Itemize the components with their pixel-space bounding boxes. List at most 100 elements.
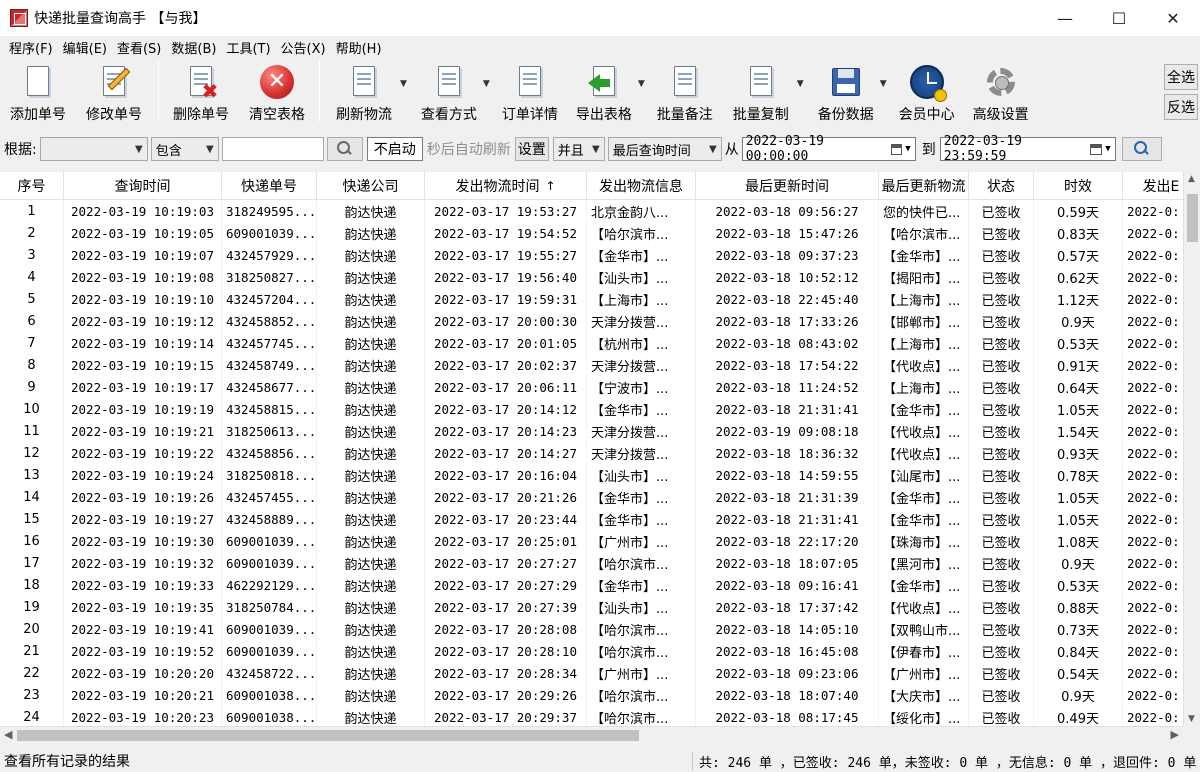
table-row[interactable]: 11 2022-03-19 10:19:21 318250613... 韵达快递 202… bbox=[0, 420, 1200, 442]
order-detail-button[interactable]: 订单详情 bbox=[494, 58, 566, 124]
table-row[interactable]: 21 2022-03-19 10:19:52 609001039... 韵达快递 202… bbox=[0, 640, 1200, 662]
menu-notice[interactable]: 公告(X) bbox=[276, 38, 331, 57]
backup-data-label: 备份数据 bbox=[817, 107, 874, 123]
menu-program[interactable]: 程序(F) bbox=[4, 38, 58, 57]
cell-duration: 0.78天 bbox=[1034, 464, 1123, 486]
cell-status: 已签收 bbox=[969, 266, 1034, 288]
select-all-button[interactable]: 全选 bbox=[1164, 64, 1198, 90]
cell-dispatch-time: 2022-03-17 19:55:27 bbox=[425, 244, 587, 266]
table-row[interactable]: 13 2022-03-19 10:19:24 318250818... 韵达快递 202… bbox=[0, 464, 1200, 486]
table-row[interactable]: 24 2022-03-19 10:20:23 609001038... 韵达快递 202… bbox=[0, 706, 1200, 726]
menu-help[interactable]: 帮助(H) bbox=[331, 38, 387, 57]
cell-tracking-number: 318250784... bbox=[222, 596, 317, 618]
cell-tracking-number: 432458852... bbox=[222, 310, 317, 332]
horizontal-scrollbar[interactable]: ◀ ▶ bbox=[0, 726, 1183, 743]
cell-query-time: 2022-03-19 10:19:05 bbox=[64, 222, 222, 244]
header-col-last-update-time[interactable]: 最后更新时间 bbox=[696, 172, 879, 200]
vertical-scroll-thumb[interactable] bbox=[1187, 194, 1198, 242]
status-bar: 查看所有记录的结果 共: 246 单 ，已签收: 246 单，未签收: 0 单 … bbox=[0, 750, 1200, 772]
table-row[interactable]: 17 2022-03-19 10:19:32 609001039... 韵达快递 202… bbox=[0, 552, 1200, 574]
search-icon bbox=[336, 141, 353, 157]
auto-refresh-toggle[interactable]: 不启动 bbox=[366, 137, 423, 161]
header-col-index[interactable]: 序号 bbox=[0, 172, 64, 200]
table-row[interactable]: 2 2022-03-19 10:19:05 609001039... 韵达快递 2022… bbox=[0, 222, 1200, 244]
clear-table-button[interactable]: ✕ 清空表格 bbox=[239, 58, 315, 124]
export-table-button[interactable]: 导出表格 bbox=[566, 58, 642, 124]
table-row[interactable]: 4 2022-03-19 10:19:08 318250827... 韵达快递 2022… bbox=[0, 266, 1200, 288]
table-row[interactable]: 10 2022-03-19 10:19:19 432458815... 韵达快递 202… bbox=[0, 398, 1200, 420]
scroll-left-icon[interactable]: ◀ bbox=[4, 728, 12, 741]
menu-edit[interactable]: 编辑(E) bbox=[58, 38, 112, 57]
batch-copy-button[interactable]: 批量复制 bbox=[721, 58, 801, 124]
vertical-scrollbar[interactable]: ▲ ▼ bbox=[1183, 172, 1200, 726]
advanced-settings-button[interactable]: 高级设置 bbox=[963, 58, 1039, 124]
table-row[interactable]: 16 2022-03-19 10:19:30 609001039... 韵达快递 202… bbox=[0, 530, 1200, 552]
header-col-tracking-number[interactable]: 快递单号 bbox=[222, 172, 317, 200]
filter-search-button[interactable] bbox=[326, 137, 363, 161]
menu-data[interactable]: 数据(B) bbox=[166, 38, 221, 57]
backup-data-button[interactable]: 备份数据 bbox=[808, 58, 884, 124]
refresh-logistics-button[interactable]: 刷新物流 bbox=[324, 58, 404, 124]
cell-last-update-time: 2022-03-18 18:07:40 bbox=[696, 684, 879, 706]
table-row[interactable]: 15 2022-03-19 10:19:27 432458889... 韵达快递 202… bbox=[0, 508, 1200, 530]
date-search-button[interactable] bbox=[1121, 137, 1162, 161]
add-number-button[interactable]: 添加单号 bbox=[2, 58, 74, 124]
edit-number-button[interactable]: 修改单号 bbox=[74, 58, 154, 124]
table-row[interactable]: 7 2022-03-19 10:19:14 432457745... 韵达快递 2022… bbox=[0, 332, 1200, 354]
to-datetime-picker[interactable]: 2022-03-19 23:59:59 ▼ bbox=[939, 134, 1116, 164]
cell-dispatch-time: 2022-03-17 20:29:26 bbox=[425, 684, 587, 706]
table-row[interactable]: 5 2022-03-19 10:19:10 432457204... 韵达快递 2022… bbox=[0, 288, 1200, 310]
from-datetime-value: 2022-03-19 00:00:00 bbox=[745, 134, 824, 164]
header-col-duration[interactable]: 时效 bbox=[1034, 172, 1123, 200]
close-button[interactable]: ✕ bbox=[1146, 0, 1200, 36]
table-row[interactable]: 18 2022-03-19 10:19:33 462292129... 韵达快递 202… bbox=[0, 574, 1200, 596]
time-field-select[interactable]: 最后查询时间 ▼ bbox=[607, 137, 722, 161]
maximize-button[interactable]: ☐ bbox=[1092, 0, 1146, 36]
header-label: 最后更新物流 bbox=[881, 179, 966, 195]
table-row[interactable]: 9 2022-03-19 10:19:17 432458677... 韵达快递 2022… bbox=[0, 376, 1200, 398]
filter-field-select[interactable]: ▼ bbox=[39, 137, 148, 161]
table-row[interactable]: 6 2022-03-19 10:19:12 432458852... 韵达快递 2022… bbox=[0, 310, 1200, 332]
table-row[interactable]: 19 2022-03-19 10:19:35 318250784... 韵达快递 202… bbox=[0, 596, 1200, 618]
table-row[interactable]: 8 2022-03-19 10:19:15 432458749... 韵达快递 2022… bbox=[0, 354, 1200, 376]
table-row[interactable]: 1 2022-03-19 10:19:03 318249595... 韵达快递 2022… bbox=[0, 200, 1200, 222]
cell-status: 已签收 bbox=[969, 354, 1034, 376]
scroll-right-icon[interactable]: ▶ bbox=[1171, 728, 1179, 741]
invert-selection-button[interactable]: 反选 bbox=[1164, 94, 1198, 120]
cell-dispatch-info: 【哈尔滨市... bbox=[587, 706, 696, 726]
minimize-button[interactable]: — bbox=[1038, 0, 1092, 36]
header-col-last-update-info[interactable]: 最后更新物流 bbox=[879, 172, 969, 200]
auto-refresh-settings-button[interactable]: 设置 bbox=[514, 137, 549, 161]
table-row[interactable]: 12 2022-03-19 10:19:22 432458856... 韵达快递 202… bbox=[0, 442, 1200, 464]
member-center-button[interactable]: 会员中心 bbox=[891, 58, 963, 124]
header-col-dispatch-time[interactable]: 发出物流时间 ↑ bbox=[425, 172, 587, 200]
header-col-query-time[interactable]: 查询时间 bbox=[64, 172, 222, 200]
filter-match-select[interactable]: 包含 ▼ bbox=[150, 137, 219, 161]
from-datetime-picker[interactable]: 2022-03-19 00:00:00 ▼ bbox=[741, 134, 916, 164]
menu-view[interactable]: 查看(S) bbox=[112, 38, 166, 57]
header-col-dispatch-info[interactable]: 发出物流信息 bbox=[587, 172, 696, 200]
table-row[interactable]: 14 2022-03-19 10:19:26 432457455... 韵达快递 202… bbox=[0, 486, 1200, 508]
scroll-down-icon[interactable]: ▼ bbox=[1188, 714, 1195, 724]
view-mode-button[interactable]: 查看方式 bbox=[411, 58, 487, 124]
cell-last-update-info: 【代收点】... bbox=[879, 442, 969, 464]
table-row[interactable]: 20 2022-03-19 10:19:41 609001039... 韵达快递 202… bbox=[0, 618, 1200, 640]
batch-note-button[interactable]: 批量备注 bbox=[649, 58, 721, 124]
horizontal-scroll-thumb[interactable] bbox=[17, 730, 639, 741]
header-col-courier[interactable]: 快递公司 bbox=[317, 172, 425, 200]
cell-dispatch-info: 【汕头市】... bbox=[587, 266, 696, 288]
header-col-status[interactable]: 状态 bbox=[969, 172, 1034, 200]
table-row[interactable]: 3 2022-03-19 10:19:07 432457929... 韵达快递 2022… bbox=[0, 244, 1200, 266]
cell-dispatch-info: 【金华市】... bbox=[587, 508, 696, 530]
clear-icon: ✕ bbox=[259, 64, 295, 100]
scroll-up-icon[interactable]: ▲ bbox=[1188, 174, 1195, 184]
table-row[interactable]: 23 2022-03-19 10:20:21 609001038... 韵达快递 202… bbox=[0, 684, 1200, 706]
delete-number-button[interactable]: ✖ 删除单号 bbox=[163, 58, 239, 124]
cell-dispatch-time: 2022-03-17 20:21:26 bbox=[425, 486, 587, 508]
cell-duration: 1.08天 bbox=[1034, 530, 1123, 552]
logic-select[interactable]: 并且 ▼ bbox=[552, 137, 605, 161]
table-row[interactable]: 22 2022-03-19 10:20:20 432458722... 韵达快递 202… bbox=[0, 662, 1200, 684]
header-label: 序号 bbox=[17, 179, 46, 195]
filter-search-input[interactable] bbox=[221, 137, 324, 161]
menu-tools[interactable]: 工具(T) bbox=[221, 38, 275, 57]
